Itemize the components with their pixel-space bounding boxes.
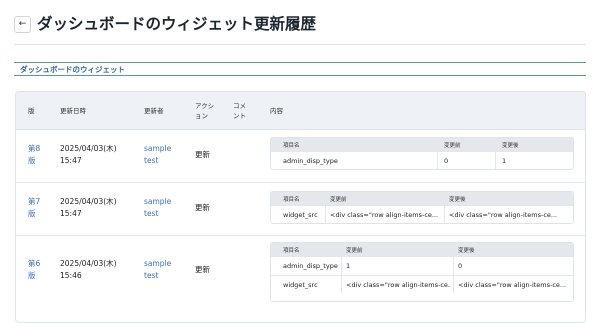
table-row: 第7 版 2025/04/03(木) 15:47 sample test 更新 … — [16, 183, 585, 236]
diff-header: 項目名 変更前 変更後 — [271, 243, 573, 256]
arrow-left-icon: ← — [18, 19, 27, 29]
diff-row: widget_src <div class="row align-items-c… — [271, 205, 573, 223]
header-action: アクション — [195, 102, 215, 120]
table-header: 版 更新日時 更新者 アクション コメント 内容 — [16, 92, 585, 130]
diff-table: 項目名 変更前 変更後 admin_disp_type 0 1 — [270, 137, 574, 170]
diff-row: widget_src <div class="row align-items-c… — [271, 275, 573, 294]
action-label: 更新 — [195, 265, 210, 274]
header-content: 内容 — [270, 107, 283, 115]
header-datetime: 更新日時 — [60, 107, 86, 115]
page-title: ダッシュボードのウィジェット更新履歴 — [37, 15, 317, 33]
update-datetime: 2025/04/03(木) 15:46 — [60, 259, 117, 280]
diff-row: admin_disp_type 0 1 — [271, 151, 573, 169]
table-row: 第8 版 2025/04/03(木) 15:47 sample test 更新 … — [16, 129, 585, 183]
version-link[interactable]: 第6 版 — [28, 258, 40, 282]
header-updater: 更新者 — [144, 107, 164, 115]
header-comment: コメント — [233, 102, 246, 120]
version-link[interactable]: 第7 版 — [28, 196, 40, 220]
version-link[interactable]: 第8 版 — [28, 143, 40, 167]
diff-row: admin_disp_type 1 0 — [271, 256, 573, 275]
section-title: ダッシュボードのウィジェット — [14, 62, 586, 76]
diff-header: 項目名 変更前 変更後 — [271, 192, 573, 205]
header-divider — [14, 44, 586, 45]
diff-header: 項目名 変更前 変更後 — [271, 138, 573, 151]
update-datetime: 2025/04/03(木) 15:47 — [60, 144, 117, 165]
history-table: 版 更新日時 更新者 アクション コメント 内容 第8 版 2025/04/03… — [15, 91, 586, 323]
header-version: 版 — [28, 107, 35, 115]
action-label: 更新 — [195, 150, 210, 159]
back-button[interactable]: ← — [14, 16, 31, 33]
updater-link[interactable]: sample test — [144, 196, 171, 220]
updater-link[interactable]: sample test — [144, 258, 171, 282]
updater-link[interactable]: sample test — [144, 143, 171, 167]
diff-table: 項目名 変更前 変更後 widget_src <div class="row a… — [270, 191, 574, 224]
table-row: 第6 版 2025/04/03(木) 15:46 sample test 更新 … — [16, 236, 585, 322]
update-datetime: 2025/04/03(木) 15:47 — [60, 197, 117, 218]
page-header: ← ダッシュボードのウィジェット更新履歴 — [0, 0, 600, 46]
diff-table: 項目名 変更前 変更後 admin_disp_type 1 0 widget_s… — [270, 242, 574, 302]
action-label: 更新 — [195, 203, 210, 212]
